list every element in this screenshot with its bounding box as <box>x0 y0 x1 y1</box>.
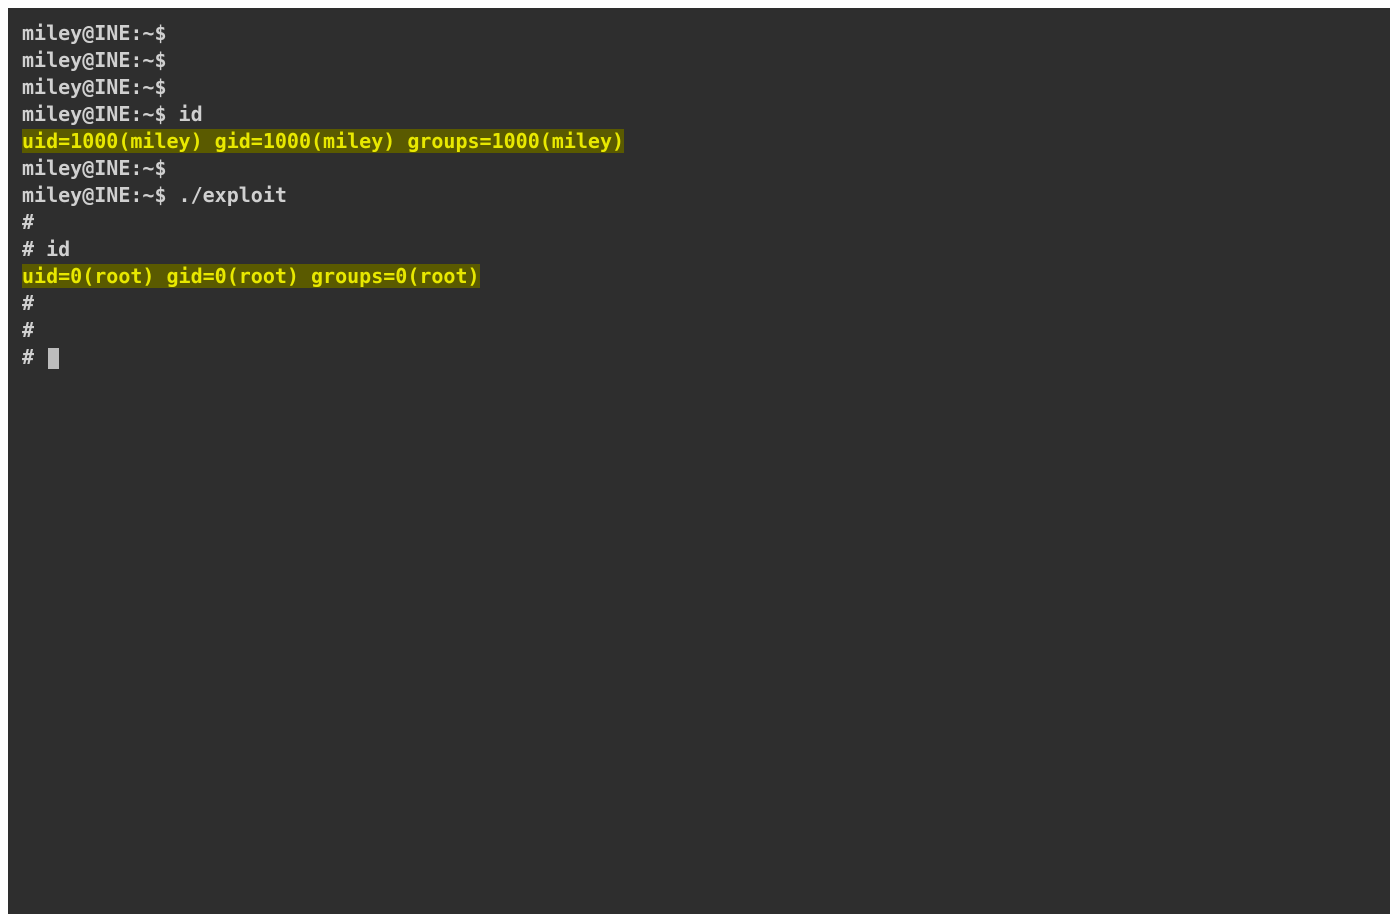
shell-prompt: miley@INE:~$ <box>22 75 167 99</box>
terminal-line: miley@INE:~$ id <box>22 101 1376 128</box>
command-text <box>167 75 179 99</box>
terminal-line: # <box>22 317 1376 344</box>
shell-prompt: miley@INE:~$ <box>22 156 167 180</box>
terminal-line: # id <box>22 236 1376 263</box>
command-text <box>167 183 179 207</box>
terminal-line: miley@INE:~$ <box>22 155 1376 182</box>
command-text <box>34 291 46 315</box>
command-text: id <box>179 102 203 126</box>
command-text <box>34 345 46 369</box>
terminal-output-line: uid=1000(miley) gid=1000(miley) groups=1… <box>22 128 1376 155</box>
terminal-line: miley@INE:~$ <box>22 47 1376 74</box>
shell-prompt: miley@INE:~$ <box>22 48 167 72</box>
root-shell-prompt: # <box>22 291 34 315</box>
terminal-line-active[interactable]: # <box>22 344 1376 371</box>
highlighted-output: uid=1000(miley) gid=1000(miley) groups=1… <box>22 129 624 153</box>
terminal-line: miley@INE:~$ <box>22 74 1376 101</box>
terminal-output-line: uid=0(root) gid=0(root) groups=0(root) <box>22 263 1376 290</box>
command-text <box>167 102 179 126</box>
root-shell-prompt: # <box>22 318 34 342</box>
shell-prompt: miley@INE:~$ <box>22 102 167 126</box>
command-text <box>34 237 46 261</box>
command-text: id <box>46 237 70 261</box>
root-shell-prompt: # <box>22 237 34 261</box>
terminal-line: miley@INE:~$ ./exploit <box>22 182 1376 209</box>
terminal-line: # <box>22 290 1376 317</box>
highlighted-output: uid=0(root) gid=0(root) groups=0(root) <box>22 264 480 288</box>
command-text: ./exploit <box>179 183 287 207</box>
shell-prompt: miley@INE:~$ <box>22 21 167 45</box>
shell-prompt: miley@INE:~$ <box>22 183 167 207</box>
terminal-window[interactable]: miley@INE:~$ miley@INE:~$ miley@INE:~$ m… <box>8 8 1390 914</box>
root-shell-prompt: # <box>22 345 34 369</box>
cursor-icon <box>48 348 59 369</box>
root-shell-prompt: # <box>22 210 34 234</box>
command-text <box>167 21 179 45</box>
command-text <box>34 210 46 234</box>
terminal-line: # <box>22 209 1376 236</box>
command-text <box>34 318 46 342</box>
command-text <box>167 156 179 180</box>
terminal-line: miley@INE:~$ <box>22 20 1376 47</box>
command-text <box>167 48 179 72</box>
